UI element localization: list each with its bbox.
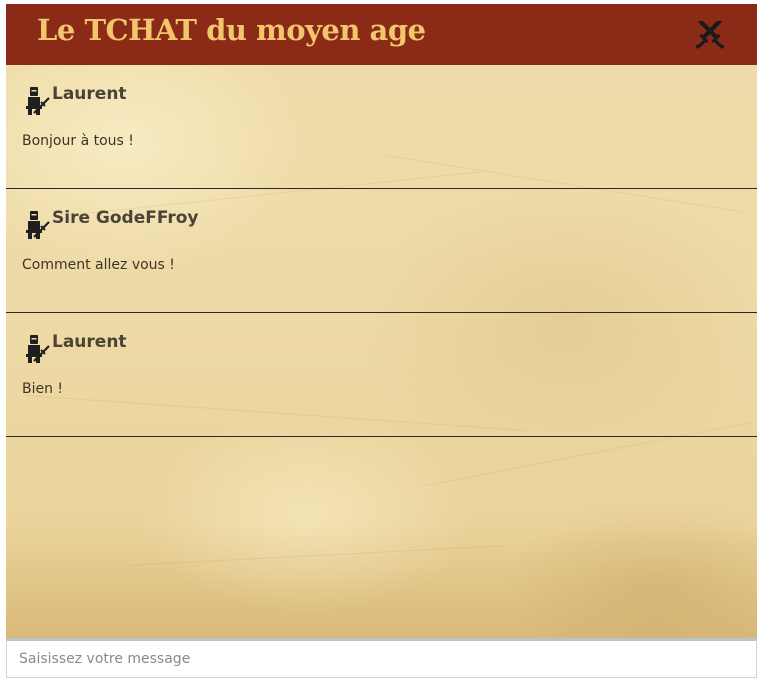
- message-item: Sire GodeFFroy Comment allez vous !: [6, 189, 757, 313]
- message-text: Comment allez vous !: [22, 257, 175, 273]
- knight-icon: [26, 211, 50, 239]
- message-sender: Sire GodeFFroy: [52, 208, 199, 228]
- message-sender: Laurent: [52, 332, 127, 352]
- crossed-swords-icon: [696, 21, 724, 49]
- app-header: Le TCHAT du moyen age: [6, 4, 757, 65]
- message-text: Bonjour à tous !: [22, 133, 134, 149]
- chat-app: Le TCHAT du moyen age Laurent Bonjour à …: [6, 4, 757, 678]
- message-item: Laurent Bonjour à tous !: [6, 65, 757, 189]
- message-list[interactable]: Laurent Bonjour à tous ! Sire GodeFFroy …: [6, 65, 757, 638]
- message-input[interactable]: [7, 641, 756, 677]
- message-sender: Laurent: [52, 84, 127, 104]
- knight-icon: [26, 335, 50, 363]
- message-item: Laurent Bien !: [6, 313, 757, 437]
- app-title: Le TCHAT du moyen age: [37, 13, 426, 47]
- knight-icon: [26, 87, 50, 115]
- message-text: Bien !: [22, 381, 64, 397]
- message-composer: [6, 638, 757, 678]
